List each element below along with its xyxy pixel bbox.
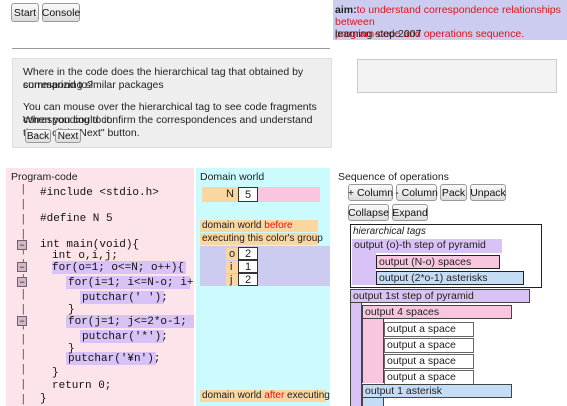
aim-label: aim: bbox=[335, 4, 357, 16]
tag-indent bbox=[352, 253, 376, 285]
collapse-button[interactable]: Collapse bbox=[348, 204, 389, 221]
learning-step: learning step:2007 bbox=[335, 28, 422, 40]
domain-world-title: Domain world bbox=[200, 171, 265, 183]
code-line: for(o=1; o<=N; o++){ bbox=[52, 262, 185, 274]
aim-panel: aim:to understand correspondence relatio… bbox=[333, 0, 567, 40]
code-line: } bbox=[52, 367, 59, 379]
var-label-cell: j bbox=[226, 274, 238, 286]
code-line: #include <stdio.h> bbox=[40, 187, 159, 199]
var-value-o: 2 bbox=[238, 247, 258, 260]
code-line: for(i=1; i<=N-o; i++){ bbox=[68, 277, 194, 289]
expand-button[interactable]: Expand bbox=[392, 204, 428, 221]
tag-spaces[interactable]: output (N-o) spaces bbox=[376, 255, 500, 269]
tag-asterisks[interactable]: output (2*o-1) asterisks bbox=[376, 271, 524, 285]
step-spaces-4[interactable]: output 4 spaces bbox=[362, 305, 512, 319]
step-pyramid-1[interactable]: output 1st step of pyramid bbox=[350, 289, 530, 303]
code-line: putchar('¥n'); bbox=[68, 353, 161, 365]
code-line: putchar('*'); bbox=[82, 331, 168, 343]
n-label-cell: N bbox=[202, 187, 238, 202]
operations-title: Sequence of operations bbox=[338, 171, 449, 183]
step-asterisk-1[interactable]: output 1 asterisk bbox=[362, 384, 512, 398]
fold-toggle-for-j[interactable]: − bbox=[17, 316, 27, 326]
instruction-panel: Where in the code does the hierarchical … bbox=[12, 58, 332, 148]
feedback-box bbox=[357, 59, 557, 93]
pack-button[interactable]: Pack bbox=[440, 184, 467, 201]
tag-pyramid-step[interactable]: output (o)-th step of pyramid bbox=[352, 239, 502, 253]
unpack-button[interactable]: Unpack bbox=[470, 184, 506, 201]
after-caption: domain world after executing bbox=[200, 390, 330, 402]
code-line: } bbox=[68, 304, 75, 316]
code-line: #define N 5 bbox=[40, 213, 113, 225]
next-button[interactable]: Next bbox=[55, 129, 81, 143]
hierarchical-tags-label: hierarchical tags bbox=[353, 226, 426, 237]
fold-toggle-for-i[interactable]: − bbox=[17, 277, 27, 287]
question-line-2: correspond to? bbox=[23, 79, 94, 91]
before-caption: domain world before bbox=[200, 220, 318, 232]
remove-column-button[interactable]: - Column bbox=[395, 184, 438, 201]
n-value-bar bbox=[258, 187, 320, 202]
code-line: for(j=1; j<=2*o-1; j++){ bbox=[68, 316, 194, 328]
program-code-title: Program-code bbox=[11, 171, 78, 183]
var-value-j: 2 bbox=[238, 273, 258, 286]
before-group bbox=[200, 246, 330, 286]
n-value: 5 bbox=[238, 187, 258, 202]
code-line: } bbox=[40, 393, 47, 405]
before-caption-line2: executing this color's group bbox=[200, 233, 323, 245]
step-space[interactable]: output a space bbox=[384, 322, 474, 337]
step-space[interactable]: output a space bbox=[384, 370, 474, 385]
step-space[interactable]: output a space bbox=[384, 354, 474, 369]
code-line: putchar(' '); bbox=[82, 292, 168, 304]
var-value-i: 1 bbox=[238, 260, 258, 273]
step-indent bbox=[350, 303, 362, 406]
code-line: int o,i,j; bbox=[52, 250, 119, 262]
add-column-button[interactable]: + Column bbox=[348, 184, 393, 201]
step-indent bbox=[362, 319, 384, 383]
console-button[interactable]: Console bbox=[42, 3, 80, 22]
hierarchical-tags-box: hierarchical tags output (o)-th step of … bbox=[350, 224, 542, 288]
back-button[interactable]: Back bbox=[25, 129, 51, 143]
var-label-cell: o bbox=[226, 248, 238, 260]
step-indent bbox=[362, 398, 384, 406]
code-guide: ||||||||||||||| bbox=[20, 184, 27, 406]
fold-toggle-for-o[interactable]: − bbox=[17, 262, 27, 272]
start-button[interactable]: Start bbox=[11, 3, 39, 22]
code-line: return 0; bbox=[52, 380, 112, 392]
var-label-cell: i bbox=[226, 261, 238, 273]
divider bbox=[12, 48, 330, 49]
domain-world-panel: Domain world N 5 domain world before exe… bbox=[196, 168, 330, 406]
fold-toggle-main[interactable]: − bbox=[17, 240, 27, 250]
step-space[interactable]: output a space bbox=[384, 338, 474, 353]
program-code-panel: Program-code ||||||||||||||| − − − − #in… bbox=[6, 168, 194, 406]
operations-panel: Sequence of operations + Column - Column… bbox=[336, 168, 567, 406]
